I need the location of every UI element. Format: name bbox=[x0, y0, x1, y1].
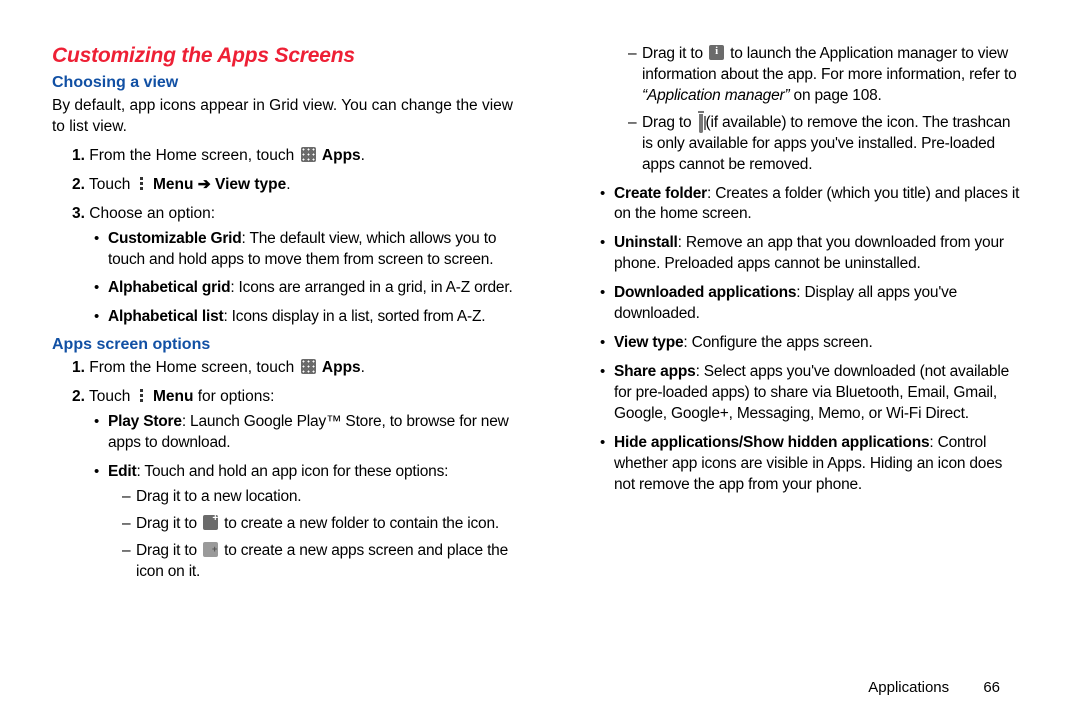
step-2-bold: Menu ➔ View type bbox=[153, 176, 286, 193]
new-page-icon bbox=[203, 542, 218, 557]
choosing-view-steps: 1. From the Home screen, touch Apps. 2. … bbox=[72, 146, 518, 328]
edit-drag-trash: Drag to (if available) to remove the ico… bbox=[628, 113, 1024, 176]
viewtype-text: : Configure the apps screen. bbox=[683, 334, 872, 351]
opt3-text: : Icons display in a list, sorted from A… bbox=[223, 308, 485, 325]
edit-drag-app-manager: Drag it to to launch the Application man… bbox=[628, 44, 1024, 107]
step-3-text: Choose an option: bbox=[89, 205, 215, 222]
play-bold: Play Store bbox=[108, 413, 182, 430]
edit-drag-new-location: Drag it to a new location. bbox=[122, 487, 518, 508]
step-1-text-a: From the Home screen, touch bbox=[89, 147, 298, 164]
edit-d2-b: to create a new folder to contain the ic… bbox=[224, 515, 499, 532]
edit-d4-d: on page 108. bbox=[794, 87, 882, 104]
page-footer: Applications 66 bbox=[868, 679, 1000, 696]
step-1-text-c: . bbox=[361, 147, 365, 164]
aopt-step-2-c: for options: bbox=[193, 388, 274, 405]
step-2-text-c: . bbox=[286, 176, 290, 193]
step-1-bold: Apps bbox=[322, 147, 361, 164]
edit-d5-a: Drag to bbox=[642, 114, 696, 131]
downloaded-bold: Downloaded applications bbox=[614, 284, 796, 301]
createfolder-bold: Create folder bbox=[614, 185, 707, 202]
menu-icon bbox=[137, 388, 147, 403]
option-alphabetical-grid: Alphabetical grid: Icons are arranged in… bbox=[94, 278, 518, 299]
uninstall-bold: Uninstall bbox=[614, 234, 678, 251]
manual-page: Customizing the Apps Screens Choosing a … bbox=[0, 0, 1080, 700]
option-uninstall: Uninstall: Remove an app that you downlo… bbox=[600, 233, 1024, 275]
aopt-step-1-a: From the Home screen, touch bbox=[89, 359, 298, 376]
edit-d2-a: Drag it to bbox=[136, 515, 201, 532]
hide-bold: Hide applications/Show hidden applicatio… bbox=[614, 434, 929, 451]
aopt-step-2-a: Touch bbox=[89, 388, 135, 405]
info-icon bbox=[709, 45, 724, 60]
aopt-step-1-bold: Apps bbox=[322, 359, 361, 376]
subsection-apps-options: Apps screen options bbox=[52, 336, 518, 354]
menu-icon bbox=[137, 176, 147, 191]
new-folder-icon bbox=[203, 515, 218, 530]
apps-grid-icon bbox=[301, 147, 316, 162]
aopt-step-1: 1. From the Home screen, touch Apps. bbox=[72, 358, 518, 379]
edit-text: : Touch and hold an app icon for these o… bbox=[136, 463, 448, 480]
edit-d3-a: Drag it to bbox=[136, 542, 201, 559]
opt2-bold: Alphabetical grid bbox=[108, 279, 230, 296]
step-2: 2. Touch Menu ➔ View type. bbox=[72, 175, 518, 196]
section-heading: Customizing the Apps Screens bbox=[52, 44, 518, 68]
step-1: 1. From the Home screen, touch Apps. bbox=[72, 146, 518, 167]
viewtype-bold: View type bbox=[614, 334, 683, 351]
subsection-choosing-view: Choosing a view bbox=[52, 74, 518, 92]
edit-drag-new-screen: Drag it to to create a new apps screen a… bbox=[122, 541, 518, 583]
option-play-store: Play Store: Launch Google Play™ Store, t… bbox=[94, 412, 518, 454]
step-2-text-a: Touch bbox=[89, 176, 135, 193]
opt2-text: : Icons are arranged in a grid, in A-Z o… bbox=[230, 279, 512, 296]
footer-page-number: 66 bbox=[983, 679, 1000, 696]
option-alphabetical-list: Alphabetical list: Icons display in a li… bbox=[94, 307, 518, 328]
trash-icon bbox=[699, 114, 703, 133]
share-bold: Share apps bbox=[614, 363, 696, 380]
option-view-type: View type: Configure the apps screen. bbox=[600, 333, 1024, 354]
edit-drag-folder: Drag it to to create a new folder to con… bbox=[122, 514, 518, 535]
edit-d5-b: (if available) to remove the icon. The t… bbox=[642, 114, 1010, 173]
option-create-folder: Create folder: Creates a folder (which y… bbox=[600, 184, 1024, 226]
footer-section-name: Applications bbox=[868, 679, 949, 696]
opt3-bold: Alphabetical list bbox=[108, 308, 223, 325]
option-downloaded-apps: Downloaded applications: Display all app… bbox=[600, 283, 1024, 325]
edit-d4-quote: “Application manager” bbox=[642, 87, 789, 104]
step-3: 3. Choose an option: Customizable Grid: … bbox=[72, 204, 518, 329]
aopt-step-1-c: . bbox=[361, 359, 365, 376]
edit-d4-a: Drag it to bbox=[642, 45, 707, 62]
edit-bold: Edit bbox=[108, 463, 136, 480]
option-hide-apps: Hide applications/Show hidden applicatio… bbox=[600, 433, 1024, 496]
choosing-view-intro: By default, app icons appear in Grid vie… bbox=[52, 96, 518, 138]
opt1-bold: Customizable Grid bbox=[108, 230, 242, 247]
aopt-step-2-bold: Menu bbox=[153, 388, 193, 405]
option-share-apps: Share apps: Select apps you've downloade… bbox=[600, 362, 1024, 425]
option-customizable-grid: Customizable Grid: The default view, whi… bbox=[94, 229, 518, 271]
apps-grid-icon bbox=[301, 359, 316, 374]
